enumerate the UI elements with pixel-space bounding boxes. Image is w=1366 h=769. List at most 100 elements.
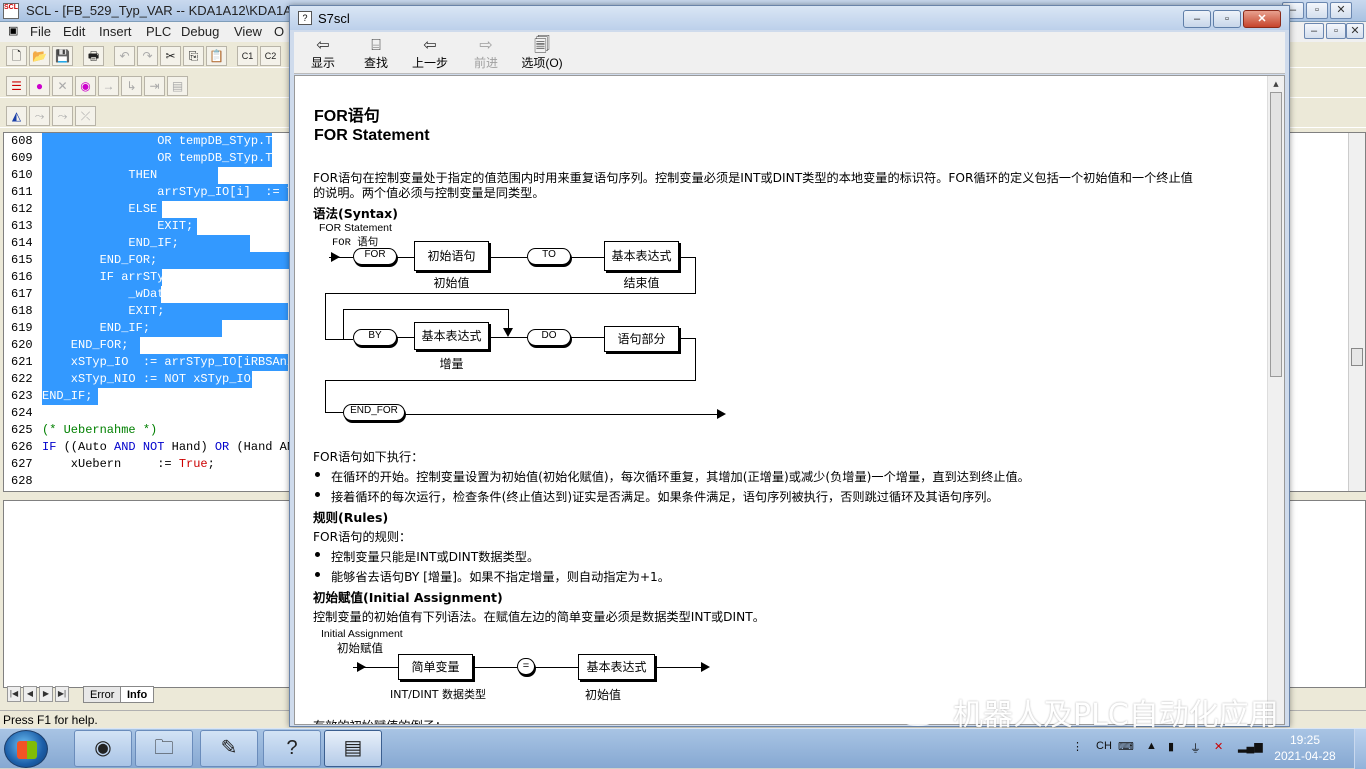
scroll-up-icon[interactable]: ▲ bbox=[1270, 78, 1282, 90]
code-line[interactable]: 619 END_IF; bbox=[4, 320, 294, 337]
tab-last-icon[interactable]: ▶| bbox=[55, 686, 69, 702]
save-icon[interactable]: 💾 bbox=[52, 46, 73, 66]
step-into-icon[interactable]: ↳ bbox=[121, 76, 142, 96]
bookmark-next-icon[interactable]: ⤳ bbox=[29, 106, 50, 126]
breakpoints-active-icon[interactable]: ◉ bbox=[75, 76, 96, 96]
keyboard-icon[interactable]: ⌨ bbox=[1118, 740, 1134, 753]
menu-view[interactable]: View bbox=[234, 24, 262, 39]
app-icon[interactable]: ✎ bbox=[200, 730, 258, 767]
code-line[interactable]: 626 IF ((Auto AND NOT Hand) OR (Hand AN bbox=[4, 439, 294, 456]
tab-first-icon[interactable]: |◀ bbox=[7, 686, 21, 702]
print-icon[interactable]: 🖶 bbox=[83, 46, 104, 66]
bookmark-prev-icon[interactable]: ⤳ bbox=[52, 106, 73, 126]
options-button[interactable]: 🗐 选项(O) bbox=[514, 34, 570, 72]
chrome-icon[interactable]: ◉ bbox=[74, 730, 132, 767]
battery-icon[interactable]: ▮ bbox=[1168, 740, 1174, 753]
scroll-thumb[interactable] bbox=[1351, 348, 1363, 366]
help-taskbar-icon[interactable]: ? bbox=[263, 730, 321, 767]
code-line[interactable]: 628 bbox=[4, 473, 294, 490]
tray-expand-icon[interactable]: ▲ bbox=[1146, 740, 1157, 752]
new-file-icon[interactable]: 🗋 bbox=[6, 46, 27, 66]
code-line[interactable]: 617 _wData := tempDB_STyp. bbox=[4, 286, 294, 303]
help-close-button[interactable]: ✕ bbox=[1243, 10, 1281, 28]
tab-info[interactable]: Info bbox=[120, 686, 155, 703]
bookmark-clear-icon[interactable]: ⤫ bbox=[75, 106, 96, 126]
code-line[interactable]: 614 END_IF; bbox=[4, 235, 294, 252]
bullet bbox=[315, 492, 320, 497]
doc-close-button[interactable]: ✕ bbox=[1346, 23, 1364, 39]
doc-restore-button[interactable]: ▫ bbox=[1326, 23, 1346, 39]
ime-indicator[interactable]: CH bbox=[1096, 740, 1112, 752]
code-line[interactable]: 622 xSTyp_NIO := NOT xSTyp_IO; bbox=[4, 371, 294, 388]
menu-debug[interactable]: Debug bbox=[181, 24, 219, 39]
undo-icon[interactable]: ↶ bbox=[114, 46, 135, 66]
bookmark-icon[interactable]: ◭ bbox=[6, 106, 27, 126]
menu-file[interactable]: File bbox=[30, 24, 51, 39]
scroll-thumb[interactable] bbox=[1270, 92, 1282, 377]
line bbox=[325, 380, 326, 412]
forward-button[interactable]: ⇨ 前进 bbox=[461, 34, 511, 72]
open-folder-icon[interactable]: 📂 bbox=[29, 46, 50, 66]
menu-plc[interactable]: PLC bbox=[146, 24, 171, 39]
compile-all-icon[interactable]: C2 bbox=[260, 46, 281, 66]
line bbox=[535, 667, 578, 668]
code-line[interactable]: 609 OR tempDB_STyp.Typ[ bbox=[4, 150, 294, 167]
find-button[interactable]: ⌸ 查找 bbox=[351, 34, 401, 72]
code-line[interactable]: 620 END_FOR; bbox=[4, 337, 294, 354]
tab-prev-icon[interactable]: ◀ bbox=[23, 686, 37, 702]
start-button[interactable] bbox=[4, 730, 48, 768]
code-line[interactable]: 625 (* Uebernahme *) bbox=[4, 422, 294, 439]
tab-next-icon[interactable]: ▶ bbox=[39, 686, 53, 702]
list-icon[interactable]: ☰ bbox=[6, 76, 27, 96]
maximize-button[interactable]: ▫ bbox=[1306, 2, 1328, 19]
code-line[interactable]: 615 END_FOR; bbox=[4, 252, 294, 269]
compile-icon[interactable]: C1 bbox=[237, 46, 258, 66]
explorer-icon[interactable]: 🗀 bbox=[135, 730, 193, 767]
tab-error[interactable]: Error bbox=[83, 686, 122, 703]
help-content: FOR语句 FOR Statement FOR语句在控制变量处于指定的值范围内时… bbox=[294, 75, 1285, 725]
code-line[interactable]: 618 EXIT; bbox=[4, 303, 294, 320]
help-minimize-button[interactable]: – bbox=[1183, 10, 1211, 28]
line bbox=[405, 414, 717, 415]
step-out-icon[interactable]: ⇥ bbox=[144, 76, 165, 96]
code-line[interactable]: 627 xUebern := True; bbox=[4, 456, 294, 473]
signal-icon[interactable]: ▂▄▆ bbox=[1238, 740, 1263, 753]
paste-icon[interactable]: 📋 bbox=[206, 46, 227, 66]
code-text: THEN bbox=[42, 168, 158, 182]
delete-breakpoint-icon[interactable]: ✕ bbox=[52, 76, 73, 96]
help-scrollbar[interactable]: ▲ bbox=[1267, 76, 1284, 724]
code-line[interactable]: 611 arrSTyp_IO[i] := T bbox=[4, 184, 294, 201]
cut-icon[interactable]: ✂ bbox=[160, 46, 181, 66]
scl-taskbar-icon[interactable]: ▤ bbox=[324, 730, 382, 767]
code-line[interactable]: 613 EXIT; bbox=[4, 218, 294, 235]
menu-edit[interactable]: Edit bbox=[63, 24, 85, 39]
redo-icon[interactable]: ↷ bbox=[137, 46, 158, 66]
close-button[interactable]: ✕ bbox=[1330, 2, 1352, 19]
doc-minimize-button[interactable]: – bbox=[1304, 23, 1324, 39]
clock[interactable]: 19:25 2021-04-28 bbox=[1270, 732, 1340, 764]
code-line[interactable]: 623 END_IF; bbox=[4, 388, 294, 405]
help-maximize-button[interactable]: ▫ bbox=[1213, 10, 1241, 28]
doc-icon[interactable]: ▣ bbox=[8, 24, 18, 37]
code-line[interactable]: 608 OR tempDB_STyp.Typ[ bbox=[4, 133, 294, 150]
code-line[interactable]: 612 ELSE bbox=[4, 201, 294, 218]
monitor-icon[interactable]: ▤ bbox=[167, 76, 188, 96]
code-line[interactable]: 621 xSTyp_IO := arrSTyp_IO[iRBSAnz bbox=[4, 354, 294, 371]
copy-icon[interactable]: ⎘ bbox=[183, 46, 204, 66]
show-button[interactable]: ⇦ 显示 bbox=[298, 34, 348, 72]
usb-icon[interactable]: ⏚ bbox=[1190, 740, 1201, 756]
equals-sign: = bbox=[517, 658, 535, 675]
editor-scrollbar[interactable] bbox=[1348, 133, 1365, 491]
step-over-icon[interactable]: → bbox=[98, 76, 119, 96]
menu-options[interactable]: O bbox=[274, 24, 284, 39]
network-icon[interactable]: ✕ bbox=[1214, 740, 1223, 753]
show-desktop-button[interactable] bbox=[1354, 729, 1366, 769]
back-button[interactable]: ⇦ 上一步 bbox=[405, 34, 455, 72]
windows-logo-icon bbox=[17, 741, 37, 759]
code-line[interactable]: 624 bbox=[4, 405, 294, 422]
code-line[interactable]: 610 THEN bbox=[4, 167, 294, 184]
breakpoint-icon[interactable]: ● bbox=[29, 76, 50, 96]
code-line[interactable]: 616 IF arrSTyp_IO[iRBSAnz] THE bbox=[4, 269, 294, 286]
line bbox=[491, 257, 527, 258]
menu-insert[interactable]: Insert bbox=[99, 24, 132, 39]
